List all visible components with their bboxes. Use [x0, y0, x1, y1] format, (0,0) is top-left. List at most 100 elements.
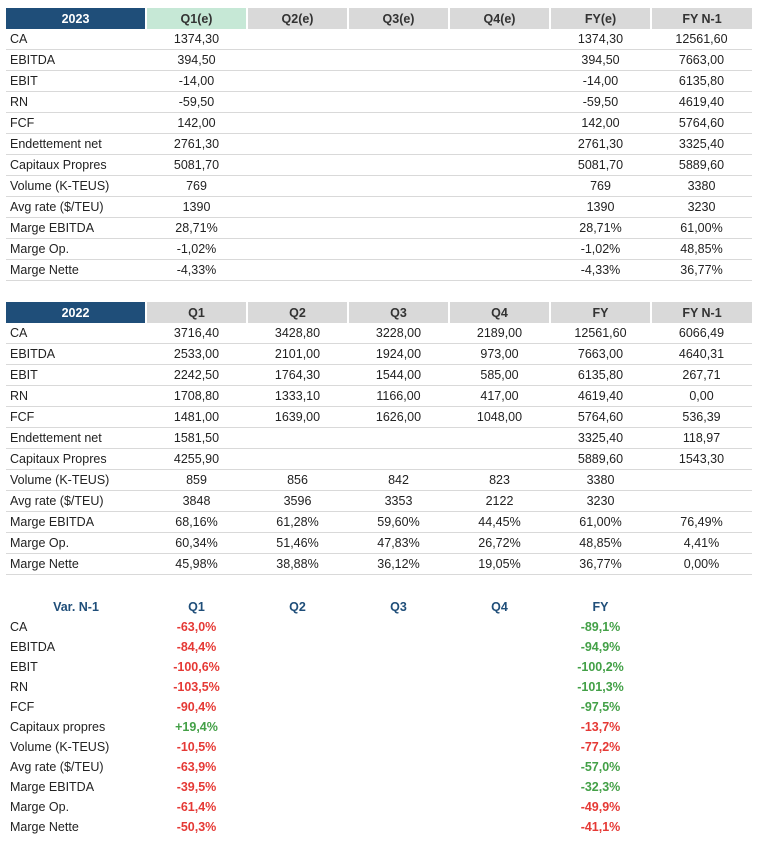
table-cell: -101,3% [577, 680, 624, 694]
table-cell [247, 91, 348, 113]
row-label: Marge EBITDA [6, 511, 146, 533]
table-variation: Var. N-1 Q1 Q2 Q3 Q4 FY CA -63,0% -89,1% EBITDA -… [6, 596, 651, 837]
table-cell: -14,00 [550, 70, 651, 92]
table-cell [247, 29, 348, 50]
table-cell [348, 175, 449, 197]
table-cell: 36,77% [550, 553, 651, 575]
table-cell [348, 196, 449, 218]
table-cell: 142,00 [146, 112, 247, 134]
table-cell [348, 797, 449, 817]
table-row: Volume (K-TEUS) 859 856 842 823 3380 [6, 469, 752, 491]
table-row: Marge Op. 60,34% 51,46% 47,83% 26,72% 48,85% 4… [6, 532, 752, 554]
table-cell [348, 70, 449, 92]
table-row: Capitaux Propres 4255,90 5889,60 1543,30 [6, 448, 752, 470]
column-header: FY [592, 599, 609, 614]
row-label: CA [6, 323, 146, 344]
row-label: Capitaux Propres [6, 448, 146, 470]
table-cell: 2533,00 [146, 343, 247, 365]
table-cell: 5889,60 [651, 154, 752, 176]
table-row: EBIT -100,6% -100,2% [6, 657, 651, 677]
table-cell: 2242,50 [146, 364, 247, 386]
table-cell [247, 637, 348, 657]
table-cell [348, 637, 449, 657]
row-label: FCF [6, 112, 146, 134]
table-row: Marge EBITDA -39,5% -32,3% [6, 777, 651, 797]
table-row: Marge EBITDA 28,71% 28,71% 61,00% [6, 217, 752, 239]
table-cell [348, 217, 449, 239]
table-cell: 3596 [247, 490, 348, 512]
table-cell: 3325,40 [651, 133, 752, 155]
table-cell: 5081,70 [550, 154, 651, 176]
table-cell [651, 490, 752, 512]
table-cell [247, 797, 348, 817]
row-label: Volume (K-TEUS) [6, 175, 146, 197]
column-header: Q2 [289, 599, 306, 614]
table-cell: 267,71 [651, 364, 752, 386]
table-cell [247, 617, 348, 637]
column-header: Q1(e) [145, 8, 247, 29]
table-cell: 12561,60 [550, 323, 651, 344]
table-cell [247, 70, 348, 92]
table-cell: -63,9% [176, 760, 217, 774]
table-row: RN -59,50 -59,50 4619,40 [6, 91, 752, 113]
table-cell [247, 259, 348, 281]
column-header: FY [549, 302, 651, 323]
row-label: EBIT [10, 660, 38, 674]
table-cell: -77,2% [580, 740, 621, 754]
table-cell: 76,49% [651, 511, 752, 533]
table-2023: 2023 Q1(e) Q2(e) Q3(e) Q4(e) FY(e) FY N-1 CA 13… [6, 8, 752, 281]
table-cell: -94,9% [580, 640, 621, 654]
table-cell: 3353 [348, 490, 449, 512]
table-cell: 842 [348, 469, 449, 491]
column-header: Q1 [145, 302, 247, 323]
table-row: Marge Op. -1,02% -1,02% 48,85% [6, 238, 752, 260]
table-row: FCF 1481,00 1639,00 1626,00 1048,00 5764,60 53… [6, 406, 752, 428]
table-cell: 60,34% [146, 532, 247, 554]
table-cell: 36,12% [348, 553, 449, 575]
row-label: Volume (K-TEUS) [10, 740, 110, 754]
table-cell: -61,4% [176, 800, 217, 814]
row-label: Marge Op. [6, 238, 146, 260]
table-row: EBITDA 2533,00 2101,00 1924,00 973,00 7663,00… [6, 343, 752, 365]
table-cell: 3230 [550, 490, 651, 512]
table-cell: 1581,50 [146, 427, 247, 449]
header-row: 2023 Q1(e) Q2(e) Q3(e) Q4(e) FY(e) FY N-1 [6, 8, 752, 29]
table-cell: 7663,00 [651, 49, 752, 71]
table-cell: 36,77% [651, 259, 752, 281]
header-row: 2022 Q1 Q2 Q3 Q4 FY FY N-1 [6, 302, 752, 323]
table-cell [247, 49, 348, 71]
table-title: Var. N-1 [53, 599, 99, 614]
table-cell: 856 [247, 469, 348, 491]
table-cell [449, 175, 550, 197]
table-cell: 5764,60 [550, 406, 651, 428]
table-cell: -49,9% [580, 800, 621, 814]
table-cell [247, 427, 348, 449]
table-cell: 585,00 [449, 364, 550, 386]
table-cell: 1639,00 [247, 406, 348, 428]
table-cell: 19,05% [449, 553, 550, 575]
table-cell [348, 238, 449, 260]
table-cell [348, 49, 449, 71]
row-label: Avg rate ($/TEU) [6, 196, 146, 218]
table-cell [247, 133, 348, 155]
column-header: Q4 [491, 599, 508, 614]
table-cell: -59,50 [146, 91, 247, 113]
table-title: 2023 [6, 8, 146, 29]
table-cell [247, 677, 348, 697]
table-cell: 973,00 [449, 343, 550, 365]
table-cell [449, 427, 550, 449]
table-cell [247, 175, 348, 197]
row-label: RN [10, 680, 29, 694]
row-label: CA [10, 620, 28, 634]
table-row: CA -63,0% -89,1% [6, 617, 651, 637]
table-cell: -100,6% [173, 660, 220, 674]
table-cell [449, 238, 550, 260]
table-cell: 6135,80 [651, 70, 752, 92]
table-cell: -89,1% [580, 620, 621, 634]
table-row: EBITDA -84,4% -94,9% [6, 637, 651, 657]
table-row: EBIT 2242,50 1764,30 1544,00 585,00 6135,80 26… [6, 364, 752, 386]
table-row: Avg rate ($/TEU) 1390 1390 3230 [6, 196, 752, 218]
column-header: FY N-1 [650, 8, 752, 29]
table-cell [449, 717, 550, 737]
table-cell [348, 757, 449, 777]
